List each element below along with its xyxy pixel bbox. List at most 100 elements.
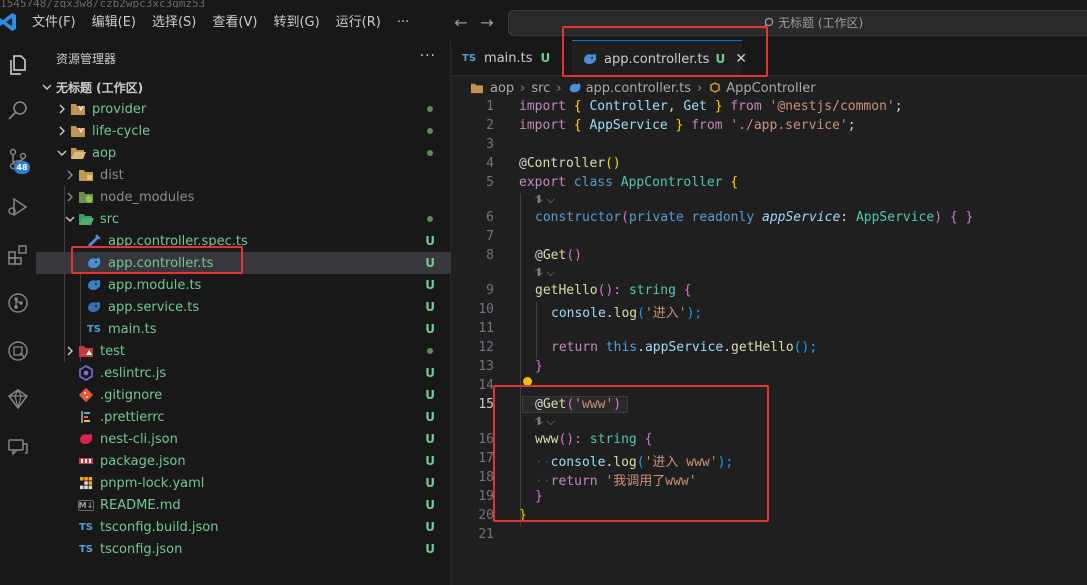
- breadcrumb-item[interactable]: src: [531, 81, 550, 96]
- tree-file-app-controller[interactable]: app.controller.ts U: [36, 252, 451, 274]
- vscode-logo-icon: [0, 12, 16, 32]
- npm-icon: [78, 453, 94, 469]
- line-number: 12: [478, 340, 494, 355]
- untracked-status: U: [425, 520, 435, 534]
- tree-file-pnpm-lock[interactable]: pnpm-lock.yaml U: [36, 472, 451, 494]
- menu-selection[interactable]: 选择(S): [144, 12, 204, 34]
- chevron-right-icon: [62, 189, 78, 205]
- folder-icon: [78, 167, 94, 183]
- tree-folder-src[interactable]: src: [36, 208, 451, 230]
- untracked-status: U: [425, 476, 435, 490]
- folder-icon: [470, 82, 484, 94]
- tree-file-app-module[interactable]: app.module.ts U: [36, 274, 451, 296]
- menu-view[interactable]: 查看(V): [204, 12, 265, 34]
- pnpm-icon: [78, 475, 94, 491]
- tree-file-app-service[interactable]: app.service.ts U: [36, 296, 451, 318]
- line-number: 20: [478, 508, 494, 523]
- tree-file-main[interactable]: TS main.ts U: [36, 318, 451, 340]
- chat-icon[interactable]: [0, 429, 36, 465]
- tree-file-gitignore[interactable]: .gitignore U: [36, 384, 451, 406]
- line-number: 2: [486, 118, 494, 133]
- modified-dot: [427, 348, 433, 354]
- lightbulb-icon[interactable]: [523, 377, 532, 386]
- chevron-right-icon: [62, 343, 78, 359]
- modified-dot: [427, 216, 433, 222]
- explorer-icon[interactable]: [0, 47, 36, 83]
- deploy-icon[interactable]: [0, 381, 36, 417]
- codelens-icon[interactable]: ⥮ ⌵: [535, 415, 555, 429]
- breadcrumb-item[interactable]: AppController: [726, 81, 815, 96]
- folder-open-icon: [70, 145, 86, 161]
- git-graph-icon[interactable]: [0, 285, 36, 321]
- tree-file-nest-cli[interactable]: nest-cli.json U: [36, 428, 451, 450]
- line-number: 21: [478, 527, 494, 542]
- tree-item-label: dist: [100, 167, 124, 183]
- command-center[interactable]: 无标题 (工作区): [508, 10, 1087, 36]
- code-line: export class AppController {: [519, 175, 739, 190]
- tree-file-readme[interactable]: M↓ README.md U: [36, 494, 451, 516]
- tree-folder-dist[interactable]: dist: [36, 164, 451, 186]
- tree-file-prettierrc[interactable]: .prettierrc U: [36, 406, 451, 428]
- breadcrumb-item[interactable]: app.controller.ts: [586, 81, 691, 96]
- code-line: getHello(): string {: [535, 283, 692, 298]
- remote-explorer-icon[interactable]: [0, 333, 36, 369]
- codelens-icon[interactable]: ⥮ ⌵: [535, 266, 555, 280]
- tree-file-package-json[interactable]: package.json U: [36, 450, 451, 472]
- tree-item-label: app.controller.spec.ts: [108, 233, 248, 249]
- breadcrumb-item[interactable]: aop: [490, 81, 514, 96]
- tree-item-label: package.json: [100, 453, 186, 469]
- untracked-status: U: [425, 300, 435, 314]
- nest-controller-icon: [86, 255, 102, 271]
- tree-folder-node-modules[interactable]: node_modules: [36, 186, 451, 208]
- tree-file-tsconfig[interactable]: TS tsconfig.json U: [36, 538, 451, 560]
- line-number: 1: [486, 99, 494, 114]
- modified-dot: [427, 128, 433, 134]
- extensions-icon[interactable]: [0, 237, 36, 273]
- tree-file-eslintrc[interactable]: .eslintrc.js U: [36, 362, 451, 384]
- sidebar-more-button[interactable]: ···: [420, 48, 436, 64]
- code-line: }: [535, 359, 543, 374]
- close-icon[interactable]: ✕: [735, 51, 747, 67]
- tree-file-app-controller-spec[interactable]: app.controller.spec.ts U: [36, 230, 451, 252]
- chevron-down-icon: [54, 145, 70, 161]
- breadcrumb: aop › src › app.controller.ts › AppContr…: [470, 78, 816, 98]
- tree-file-tsconfig-build[interactable]: TS tsconfig.build.json U: [36, 516, 451, 538]
- search-icon: [762, 17, 774, 29]
- tree-item-label: main.ts: [108, 321, 157, 337]
- menu-run[interactable]: 运行(R): [328, 12, 389, 34]
- chevron-down-icon: [62, 211, 78, 227]
- back-arrow-icon[interactable]: ←: [450, 12, 472, 34]
- search-icon[interactable]: [0, 93, 36, 129]
- nest-service-icon: [86, 299, 102, 315]
- tree-item-label: aop: [92, 145, 117, 161]
- line-number-current: 15: [478, 397, 494, 412]
- line-number: 3: [486, 137, 494, 152]
- tsconfig-icon: TS: [78, 521, 94, 533]
- forward-arrow-icon[interactable]: →: [476, 12, 498, 34]
- tab-label: main.ts: [484, 50, 533, 66]
- breadcrumb-separator: ›: [520, 80, 526, 96]
- tab-app-controller-ts[interactable]: app.controller.ts U ✕: [572, 40, 747, 77]
- tree-folder-aop[interactable]: aop: [36, 142, 451, 164]
- menu-more[interactable]: ···: [389, 12, 417, 34]
- workspace-section-header[interactable]: 无标题 (工作区): [36, 76, 451, 98]
- run-debug-icon[interactable]: [0, 189, 36, 225]
- menu-go[interactable]: 转到(G): [265, 12, 327, 34]
- untracked-status: U: [425, 234, 435, 248]
- command-center-text: 无标题 (工作区): [778, 16, 864, 30]
- source-control-icon[interactable]: 48: [0, 141, 36, 177]
- menu-file[interactable]: 文件(F): [24, 12, 84, 34]
- src-folder-open-icon: [78, 211, 94, 227]
- tree-folder-provider[interactable]: provider: [36, 98, 451, 120]
- line-number: 5: [486, 175, 494, 190]
- tree-item-label: .prettierrc: [100, 409, 165, 425]
- modified-dot: [427, 150, 433, 156]
- tree-folder-life-cycle[interactable]: life-cycle: [36, 120, 451, 142]
- codelens-icon[interactable]: ⥮ ⌵: [535, 193, 555, 207]
- typescript-icon: TS: [462, 52, 477, 64]
- menu-edit[interactable]: 编辑(E): [84, 12, 144, 34]
- tree-folder-test[interactable]: test: [36, 340, 451, 362]
- tab-main-ts[interactable]: TS main.ts U: [462, 40, 572, 76]
- code-line: @Get(): [535, 248, 582, 263]
- folder-icon: [70, 123, 86, 139]
